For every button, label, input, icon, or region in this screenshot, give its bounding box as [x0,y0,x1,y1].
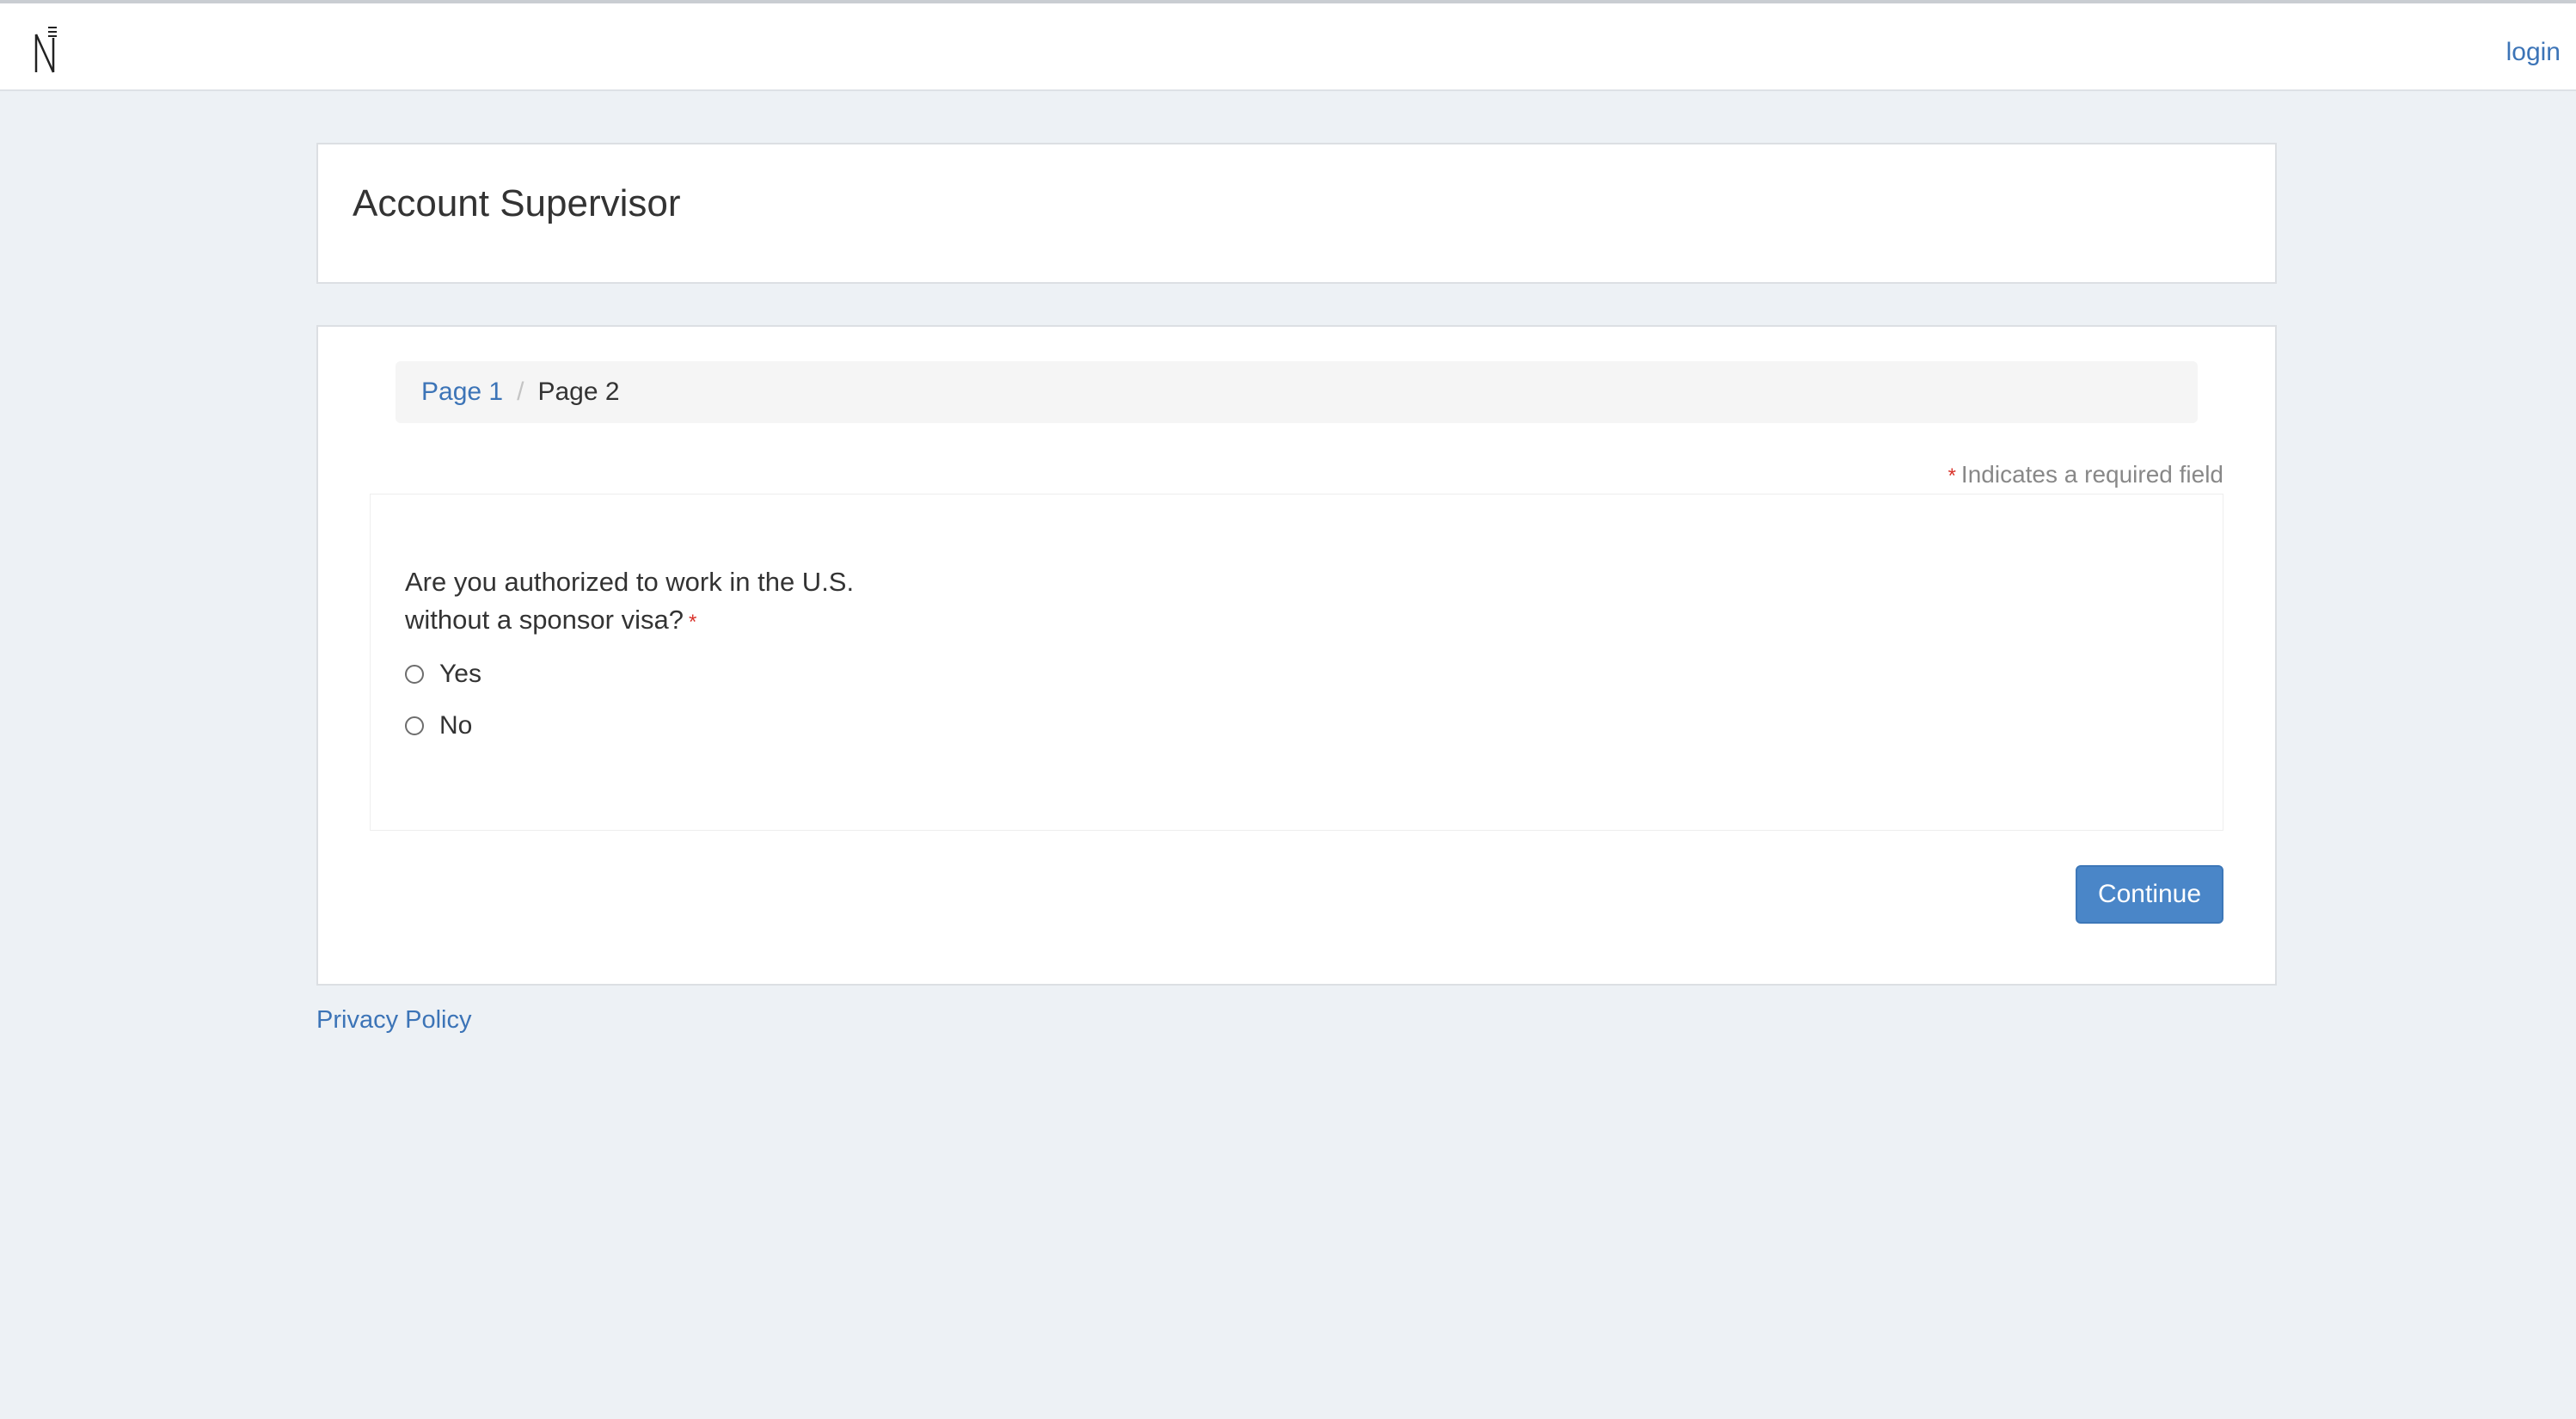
login-link[interactable]: login [2506,38,2561,67]
breadcrumb-separator: / [517,378,524,406]
breadcrumb-page-2: Page 2 [537,378,620,406]
breadcrumb: Page 1 / Page 2 [396,361,2198,423]
radio-button-no[interactable] [405,716,424,735]
top-navbar: login [0,0,2576,91]
radio-option-no[interactable]: No [405,711,472,740]
required-asterisk: * [1947,464,1956,488]
required-note-text: Indicates a required field [1960,461,2223,488]
required-field-note: * Indicates a required field [1948,461,2223,488]
privacy-policy-link[interactable]: Privacy Policy [316,1006,472,1035]
radio-option-yes[interactable]: Yes [405,660,481,689]
radio-button-yes[interactable] [405,665,424,684]
radio-label-yes: Yes [439,660,481,688]
n-logo-icon[interactable] [33,26,58,74]
title-panel: Account Supervisor [316,143,2277,284]
question-required-asterisk: * [688,611,697,634]
question-fieldset: Are you authorized to work in the U.S. w… [370,494,2223,831]
question-text: Are you authorized to work in the U.S. w… [405,567,855,635]
continue-button[interactable]: Continue [2076,865,2223,924]
question-label: Are you authorized to work in the U.S. w… [405,563,938,642]
radio-label-no: No [439,711,473,740]
form-panel: Page 1 / Page 2 * Indicates a required fi… [316,325,2277,986]
breadcrumb-page-1[interactable]: Page 1 [421,378,503,407]
page-title: Account Supervisor [353,182,681,224]
